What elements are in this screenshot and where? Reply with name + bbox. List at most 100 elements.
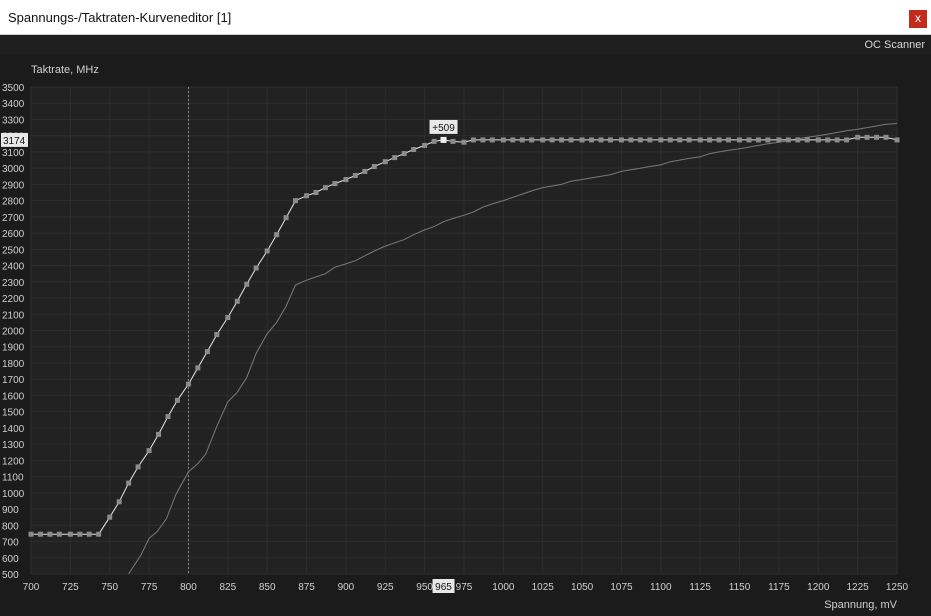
curve-point-handle[interactable] bbox=[607, 137, 613, 143]
curve-point-handle[interactable] bbox=[707, 137, 713, 143]
curve-point-handle[interactable] bbox=[135, 464, 141, 470]
y-tick-label: 2700 bbox=[2, 213, 25, 224]
curve-point-handle[interactable] bbox=[746, 137, 752, 143]
curve-point-handle[interactable] bbox=[579, 137, 585, 143]
curve-point-handle[interactable] bbox=[96, 531, 102, 537]
curve-point-handle[interactable] bbox=[332, 181, 338, 187]
curve-point-handle[interactable] bbox=[568, 137, 574, 143]
curve-point-handle[interactable] bbox=[519, 137, 525, 143]
curve-point-handle[interactable] bbox=[274, 232, 280, 238]
curve-point-handle[interactable] bbox=[795, 137, 801, 143]
y-tick-label: 800 bbox=[2, 521, 19, 532]
vf-curve-chart[interactable]: 500 600 700 800 900 1000 1100 1200 1300 1400 1500 1… bbox=[0, 55, 931, 616]
curve-point-handle[interactable] bbox=[37, 531, 43, 537]
curve-point-handle[interactable] bbox=[677, 137, 683, 143]
curve-point-handle[interactable] bbox=[56, 531, 62, 537]
curve-point-handle[interactable] bbox=[628, 137, 634, 143]
curve-point-handle[interactable] bbox=[422, 142, 428, 148]
curve-point-handle[interactable] bbox=[697, 137, 703, 143]
x-tick-label: 1175 bbox=[768, 582, 790, 593]
curve-point-handle[interactable] bbox=[126, 480, 132, 486]
curve-point-handle[interactable] bbox=[804, 137, 810, 143]
curve-point-handle[interactable] bbox=[165, 414, 171, 420]
curve-point-handle[interactable] bbox=[864, 134, 870, 140]
curve-point-handle[interactable] bbox=[156, 431, 162, 437]
curve-point-handle[interactable] bbox=[352, 172, 358, 178]
curve-point-handle[interactable] bbox=[401, 151, 407, 157]
curve-point-handle[interactable] bbox=[589, 137, 595, 143]
curve-point-handle[interactable] bbox=[293, 198, 299, 204]
curve-point-handle[interactable] bbox=[480, 137, 486, 143]
curve-point-handle[interactable] bbox=[540, 137, 546, 143]
curve-point-handle[interactable] bbox=[726, 137, 732, 143]
curve-point-handle[interactable] bbox=[686, 137, 692, 143]
curve-point-handle[interactable] bbox=[283, 215, 289, 221]
curve-point-handle[interactable] bbox=[411, 146, 417, 152]
close-button[interactable]: x bbox=[909, 10, 927, 28]
curve-point-handle[interactable] bbox=[637, 137, 643, 143]
curve-point-handle[interactable] bbox=[264, 248, 270, 254]
curve-point-handle[interactable] bbox=[107, 514, 113, 520]
curve-point-handle[interactable] bbox=[450, 138, 456, 144]
curve-point-handle[interactable] bbox=[737, 137, 743, 143]
curve-point-handle[interactable] bbox=[304, 193, 310, 199]
curve-point-handle[interactable] bbox=[28, 531, 34, 537]
curve-point-handle[interactable] bbox=[204, 349, 210, 355]
curve-point-handle[interactable] bbox=[815, 137, 821, 143]
curve-point-handle[interactable] bbox=[883, 134, 889, 140]
curve-point-handle[interactable] bbox=[667, 137, 673, 143]
x-tick-label: 1250 bbox=[886, 582, 909, 593]
curve-point-handle[interactable] bbox=[618, 137, 624, 143]
x-tick-label: 775 bbox=[141, 582, 158, 593]
curve-point-handle[interactable] bbox=[489, 137, 495, 143]
curve-point-handle[interactable] bbox=[755, 137, 761, 143]
curve-point-handle[interactable] bbox=[765, 137, 771, 143]
curve-point-handle[interactable] bbox=[785, 137, 791, 143]
y-tick-label: 2500 bbox=[2, 245, 25, 256]
curve-point-handle[interactable] bbox=[234, 298, 240, 304]
curve-point-handle[interactable] bbox=[313, 190, 319, 196]
curve-point-handle[interactable] bbox=[67, 531, 73, 537]
curve-point-handle[interactable] bbox=[894, 137, 900, 143]
curve-point-handle[interactable] bbox=[776, 137, 782, 143]
curve-point-handle[interactable] bbox=[529, 137, 535, 143]
curve-point-handle[interactable] bbox=[549, 137, 555, 143]
curve-point-handle[interactable] bbox=[371, 164, 377, 170]
curve-point-handle[interactable] bbox=[225, 315, 231, 321]
curve-point-handle[interactable] bbox=[431, 138, 437, 144]
curve-point-handle[interactable] bbox=[86, 531, 92, 537]
curve-point-handle[interactable] bbox=[461, 139, 467, 145]
curve-point-handle[interactable] bbox=[77, 531, 83, 537]
curve-point-handle[interactable] bbox=[825, 137, 831, 143]
curve-point-handle[interactable] bbox=[510, 137, 516, 143]
curve-point-handle[interactable] bbox=[362, 168, 368, 174]
curve-point-handle[interactable] bbox=[647, 137, 653, 143]
curve-point-handle[interactable] bbox=[382, 159, 388, 165]
curve-point-handle[interactable] bbox=[658, 137, 664, 143]
curve-point-handle[interactable] bbox=[195, 365, 201, 371]
curve-point-handle[interactable] bbox=[834, 137, 840, 143]
curve-point-handle[interactable] bbox=[343, 177, 349, 183]
x-tick-label: 1025 bbox=[532, 582, 555, 593]
curve-point-handle[interactable] bbox=[244, 281, 250, 287]
curve-point-handle[interactable] bbox=[116, 499, 122, 505]
curve-point-handle[interactable] bbox=[322, 185, 328, 191]
curve-point-handle[interactable] bbox=[146, 448, 152, 454]
curve-point-handle[interactable] bbox=[559, 137, 565, 143]
curve-point-handle[interactable] bbox=[47, 531, 53, 537]
curve-point-handle[interactable] bbox=[844, 137, 850, 143]
oc-scanner-button[interactable]: OC Scanner bbox=[864, 39, 925, 51]
curve-point-handle[interactable] bbox=[253, 265, 259, 271]
curve-point-handle[interactable] bbox=[874, 134, 880, 140]
curve-point-handle[interactable] bbox=[392, 155, 398, 161]
curve-point-handle[interactable] bbox=[470, 137, 476, 143]
curve-point-handle[interactable] bbox=[440, 136, 447, 143]
curve-point-handle[interactable] bbox=[598, 137, 604, 143]
curve-point-handle[interactable] bbox=[214, 332, 220, 338]
curve-point-handle[interactable] bbox=[500, 137, 506, 143]
curve-point-handle[interactable] bbox=[185, 381, 191, 387]
curve-point-handle[interactable] bbox=[716, 137, 722, 143]
curve-point-handle[interactable] bbox=[855, 134, 861, 140]
y-tick-label: 3500 bbox=[2, 83, 25, 94]
curve-point-handle[interactable] bbox=[174, 397, 180, 403]
